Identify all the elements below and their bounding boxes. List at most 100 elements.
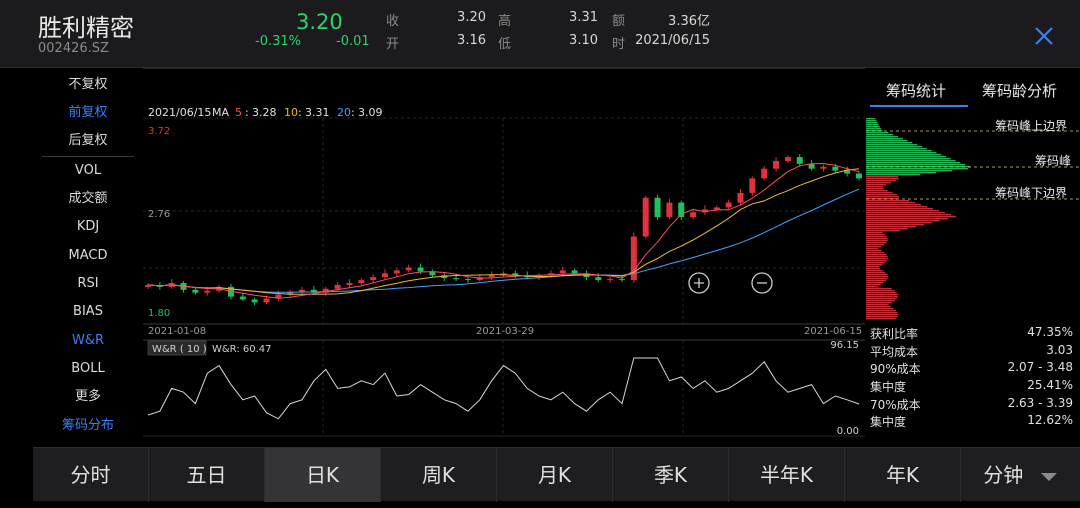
menu-item-rsi[interactable]: RSI — [36, 271, 140, 297]
candle-body — [690, 212, 697, 218]
zoom-out-icon[interactable] — [751, 272, 773, 294]
tab-yearly-k[interactable]: 年K — [845, 448, 961, 502]
tab-chip-age[interactable]: 筹码龄分析 — [982, 80, 1057, 101]
quote-label-amount: 额 — [612, 14, 626, 29]
menu-item-vol[interactable]: VOL — [36, 158, 140, 184]
menu-item-macd[interactable]: MACD — [36, 243, 140, 269]
ma-label: MA — [212, 106, 229, 119]
candle-body — [642, 197, 649, 237]
ma5-value: 3.28 — [252, 106, 277, 119]
chip-bar — [866, 224, 924, 226]
candle-body — [559, 270, 566, 274]
menu-item-chip-distribution[interactable]: 筹码分布 — [36, 413, 140, 439]
zoom-in-icon[interactable] — [688, 272, 710, 294]
chip-bar — [866, 238, 888, 240]
chip-bar — [866, 212, 945, 214]
quote-header: 胜利精密 002426.SZ 3.20 -0.31% -0.01 收 3.20 … — [0, 0, 1080, 68]
menu-item-no-adjust[interactable]: 不复权 — [36, 72, 140, 98]
candle-body — [784, 157, 791, 161]
last-price: 3.20 — [296, 10, 343, 34]
stat-value-avg-cost: 3.03 — [1046, 343, 1073, 357]
chip-upper-bound-label: 筹码峰上边界 — [995, 119, 1068, 133]
candle-body — [856, 173, 862, 179]
candle-body — [405, 267, 412, 271]
chip-bar — [866, 126, 880, 128]
chip-bar — [866, 138, 903, 140]
menu-item-forward-adjust[interactable]: 前复权 — [36, 100, 140, 126]
chip-bar — [866, 186, 884, 188]
quote-value-amount: 3.36亿 — [668, 14, 710, 29]
menu-item-boll[interactable]: BOLL — [36, 356, 140, 382]
chip-bar — [866, 234, 886, 236]
tab-half-year-k[interactable]: 半年K — [729, 448, 845, 502]
chip-bar — [866, 288, 892, 290]
chip-bar — [866, 156, 946, 158]
chip-bar — [866, 216, 956, 218]
chip-bar — [866, 184, 886, 186]
stat-label-cost-70: 70%成本 — [870, 398, 921, 412]
chip-bar — [866, 144, 918, 146]
ma5-period: 5 — [235, 106, 242, 119]
quote-label-time: 时 — [612, 37, 626, 52]
tab-five-day[interactable]: 五日 — [149, 448, 265, 502]
ma20-value: 3.09 — [358, 106, 383, 119]
menu-item-bias[interactable]: BIAS — [36, 299, 140, 325]
ma10-value: 3.31 — [305, 106, 330, 119]
chip-bar — [866, 202, 915, 204]
chip-bar — [866, 260, 888, 262]
tab-monthly-k[interactable]: 月K — [497, 448, 613, 502]
candle-body — [464, 279, 471, 281]
tab-underline — [870, 105, 968, 107]
chip-bar — [866, 236, 888, 238]
menu-item-backward-adjust[interactable]: 后复权 — [36, 128, 140, 154]
candle-body — [488, 275, 495, 278]
ma10-period: 10 — [284, 106, 298, 119]
tab-minute[interactable]: 分钟 — [961, 448, 1080, 502]
menu-item-wr[interactable]: W&R — [36, 328, 140, 354]
chip-bar — [866, 160, 956, 162]
tab-daily-k[interactable]: 日K — [265, 448, 381, 502]
change-percent: -0.31% — [255, 34, 301, 49]
chip-bar — [866, 256, 888, 258]
price-axis-low: 1.80 — [148, 308, 170, 319]
chip-bar — [866, 310, 896, 312]
chip-bar — [866, 278, 888, 280]
chip-bar — [866, 194, 898, 196]
chip-bar — [866, 268, 880, 270]
menu-item-kdj[interactable]: KDJ — [36, 214, 140, 240]
stat-label-cost-90: 90%成本 — [870, 362, 921, 376]
candle-body — [619, 279, 625, 281]
candle-body — [370, 277, 377, 281]
quote-value-high: 3.31 — [569, 10, 598, 25]
stock-name: 胜利精密 — [38, 14, 134, 42]
tab-quarterly-k[interactable]: 季K — [613, 448, 729, 502]
quote-value-time: 2021/06/15 — [635, 33, 710, 48]
chip-bar — [866, 174, 920, 176]
stat-value-concentration-70: 12.62% — [1027, 413, 1073, 427]
candle-body — [571, 270, 578, 274]
candle-body — [749, 178, 756, 193]
close-icon[interactable] — [1030, 22, 1058, 50]
candle-body — [393, 270, 400, 274]
quote-label-close: 收 — [386, 14, 400, 29]
tab-weekly-k[interactable]: 周K — [381, 448, 497, 502]
chip-bar — [866, 246, 882, 248]
chip-distribution-bars — [866, 118, 970, 320]
chip-bar — [866, 300, 895, 302]
quote-label-open: 开 — [386, 37, 400, 52]
chip-bar — [866, 210, 939, 212]
chip-bar — [866, 192, 893, 194]
candle-body — [773, 160, 780, 169]
chip-bar — [866, 162, 961, 164]
menu-item-turnover[interactable]: 成交额 — [36, 186, 140, 212]
chip-bar — [866, 294, 898, 296]
kline-chart[interactable]: 2021/06/15 MA 5 : 3.28 10 : 3.31 20 : 3.… — [143, 68, 865, 438]
tab-intraday[interactable]: 分时 — [33, 448, 149, 502]
menu-item-more[interactable]: 更多 — [36, 384, 140, 410]
candle-body — [358, 280, 365, 283]
candle-body — [382, 273, 388, 278]
quote-value-open: 3.16 — [457, 33, 486, 48]
chip-bar — [866, 214, 951, 216]
tab-chip-stats[interactable]: 筹码统计 — [886, 80, 946, 101]
chip-bar — [866, 146, 922, 148]
